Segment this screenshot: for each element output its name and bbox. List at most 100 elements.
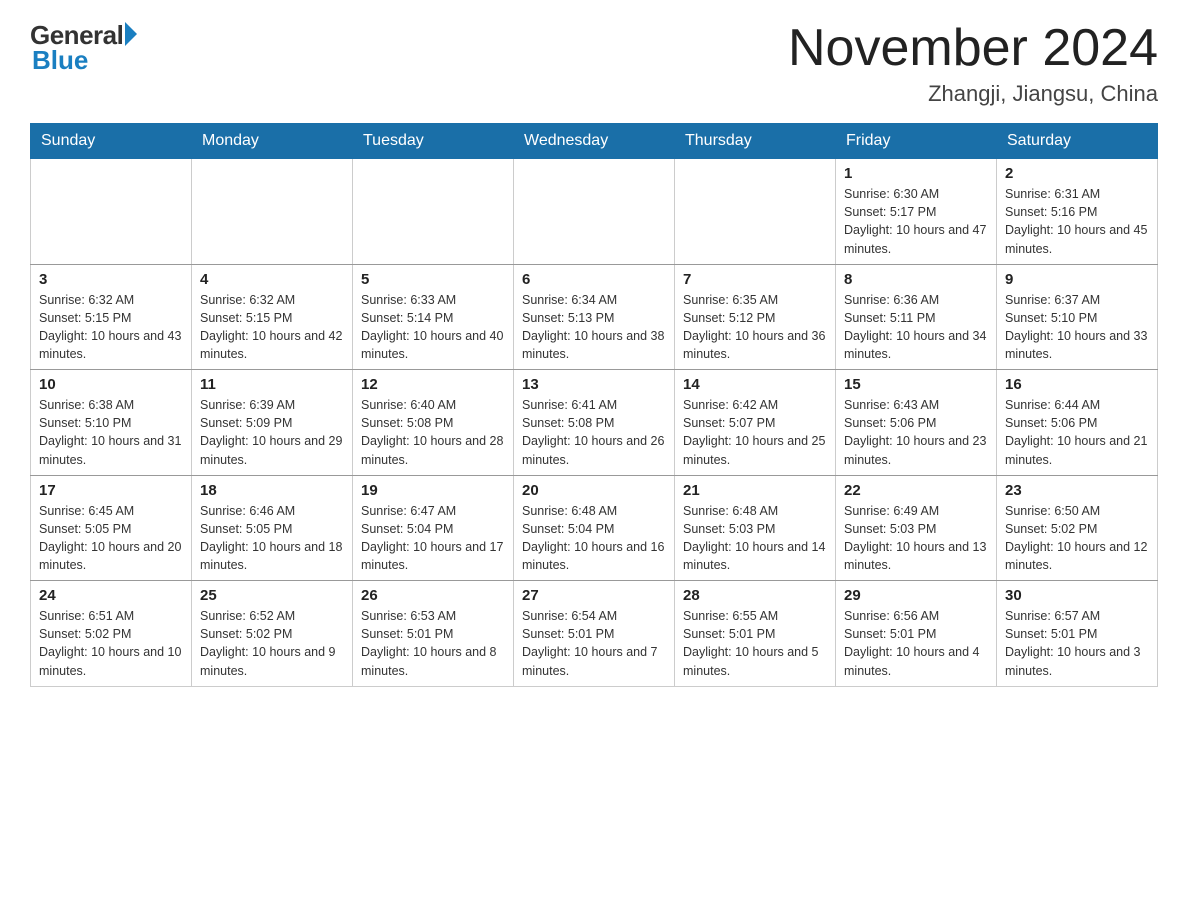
day-info: Sunrise: 6:47 AM Sunset: 5:04 PM Dayligh… — [361, 502, 505, 575]
day-info: Sunrise: 6:48 AM Sunset: 5:03 PM Dayligh… — [683, 502, 827, 575]
day-number: 29 — [844, 587, 988, 604]
day-info: Sunrise: 6:57 AM Sunset: 5:01 PM Dayligh… — [1005, 607, 1149, 680]
day-number: 7 — [683, 271, 827, 288]
day-number: 22 — [844, 482, 988, 499]
logo-blue-text: Blue — [32, 45, 88, 76]
title-area: November 2024 Zhangji, Jiangsu, China — [788, 20, 1158, 107]
calendar-cell — [192, 159, 353, 265]
calendar-cell: 21 Sunrise: 6:48 AM Sunset: 5:03 PM Dayli… — [675, 475, 836, 581]
day-number: 18 — [200, 482, 344, 499]
day-number: 4 — [200, 271, 344, 288]
weekday-header-friday: Friday — [836, 124, 997, 159]
day-info: Sunrise: 6:42 AM Sunset: 5:07 PM Dayligh… — [683, 396, 827, 469]
day-info: Sunrise: 6:53 AM Sunset: 5:01 PM Dayligh… — [361, 607, 505, 680]
day-info: Sunrise: 6:48 AM Sunset: 5:04 PM Dayligh… — [522, 502, 666, 575]
day-info: Sunrise: 6:41 AM Sunset: 5:08 PM Dayligh… — [522, 396, 666, 469]
weekday-header-tuesday: Tuesday — [353, 124, 514, 159]
calendar-cell: 12 Sunrise: 6:40 AM Sunset: 5:08 PM Dayli… — [353, 370, 514, 476]
day-number: 26 — [361, 587, 505, 604]
calendar-cell: 5 Sunrise: 6:33 AM Sunset: 5:14 PM Daylig… — [353, 264, 514, 370]
calendar-week-5: 24Sunrise: 6:51 AM Sunset: 5:02 PM Dayli… — [31, 581, 1158, 687]
calendar-cell: 27 Sunrise: 6:54 AM Sunset: 5:01 PM Dayli… — [514, 581, 675, 687]
day-info: Sunrise: 6:39 AM Sunset: 5:09 PM Dayligh… — [200, 396, 344, 469]
day-info: Sunrise: 6:40 AM Sunset: 5:08 PM Dayligh… — [361, 396, 505, 469]
day-number: 13 — [522, 376, 666, 393]
page-header: General Blue November 2024 Zhangji, Jian… — [30, 20, 1158, 107]
calendar-cell: 23 Sunrise: 6:50 AM Sunset: 5:02 PM Dayli… — [997, 475, 1158, 581]
calendar-cell: 7 Sunrise: 6:35 AM Sunset: 5:12 PM Daylig… — [675, 264, 836, 370]
logo-triangle-icon — [125, 22, 137, 46]
day-info: Sunrise: 6:49 AM Sunset: 5:03 PM Dayligh… — [844, 502, 988, 575]
weekday-header-saturday: Saturday — [997, 124, 1158, 159]
month-title: November 2024 — [788, 20, 1158, 77]
day-info: Sunrise: 6:44 AM Sunset: 5:06 PM Dayligh… — [1005, 396, 1149, 469]
weekday-header-monday: Monday — [192, 124, 353, 159]
day-number: 6 — [522, 271, 666, 288]
day-number: 24 — [39, 587, 183, 604]
calendar-cell: 2Sunrise: 6:31 AM Sunset: 5:16 PM Daylig… — [997, 159, 1158, 265]
day-info: Sunrise: 6:56 AM Sunset: 5:01 PM Dayligh… — [844, 607, 988, 680]
day-info: Sunrise: 6:35 AM Sunset: 5:12 PM Dayligh… — [683, 291, 827, 364]
calendar-cell: 10 Sunrise: 6:38 AM Sunset: 5:10 PM Dayli… — [31, 370, 192, 476]
weekday-header-row: SundayMondayTuesdayWednesdayThursdayFrid… — [31, 124, 1158, 159]
day-info: Sunrise: 6:34 AM Sunset: 5:13 PM Dayligh… — [522, 291, 666, 364]
day-info: Sunrise: 6:37 AM Sunset: 5:10 PM Dayligh… — [1005, 291, 1149, 364]
calendar-cell — [31, 159, 192, 265]
calendar-cell: 6 Sunrise: 6:34 AM Sunset: 5:13 PM Daylig… — [514, 264, 675, 370]
day-number: 21 — [683, 482, 827, 499]
calendar-cell: 18 Sunrise: 6:46 AM Sunset: 5:05 PM Dayli… — [192, 475, 353, 581]
calendar-cell: 3 Sunrise: 6:32 AM Sunset: 5:15 PM Daylig… — [31, 264, 192, 370]
day-info: Sunrise: 6:45 AM Sunset: 5:05 PM Dayligh… — [39, 502, 183, 575]
weekday-header-thursday: Thursday — [675, 124, 836, 159]
calendar-cell: 29 Sunrise: 6:56 AM Sunset: 5:01 PM Dayli… — [836, 581, 997, 687]
calendar-cell: 14 Sunrise: 6:42 AM Sunset: 5:07 PM Dayli… — [675, 370, 836, 476]
location-text: Zhangji, Jiangsu, China — [788, 81, 1158, 107]
weekday-header-wednesday: Wednesday — [514, 124, 675, 159]
calendar-cell: 9Sunrise: 6:37 AM Sunset: 5:10 PM Daylig… — [997, 264, 1158, 370]
day-number: 5 — [361, 271, 505, 288]
day-info: Sunrise: 6:55 AM Sunset: 5:01 PM Dayligh… — [683, 607, 827, 680]
day-info: Sunrise: 6:46 AM Sunset: 5:05 PM Dayligh… — [200, 502, 344, 575]
calendar-table: SundayMondayTuesdayWednesdayThursdayFrid… — [30, 123, 1158, 687]
day-number: 20 — [522, 482, 666, 499]
day-number: 15 — [844, 376, 988, 393]
calendar-cell: 17Sunrise: 6:45 AM Sunset: 5:05 PM Dayli… — [31, 475, 192, 581]
calendar-cell — [514, 159, 675, 265]
day-number: 25 — [200, 587, 344, 604]
day-info: Sunrise: 6:33 AM Sunset: 5:14 PM Dayligh… — [361, 291, 505, 364]
day-number: 28 — [683, 587, 827, 604]
day-number: 23 — [1005, 482, 1149, 499]
day-info: Sunrise: 6:36 AM Sunset: 5:11 PM Dayligh… — [844, 291, 988, 364]
day-info: Sunrise: 6:32 AM Sunset: 5:15 PM Dayligh… — [39, 291, 183, 364]
day-info: Sunrise: 6:43 AM Sunset: 5:06 PM Dayligh… — [844, 396, 988, 469]
calendar-cell: 8 Sunrise: 6:36 AM Sunset: 5:11 PM Daylig… — [836, 264, 997, 370]
day-number: 19 — [361, 482, 505, 499]
logo: General Blue — [30, 20, 137, 76]
day-number: 12 — [361, 376, 505, 393]
calendar-cell: 25 Sunrise: 6:52 AM Sunset: 5:02 PM Dayli… — [192, 581, 353, 687]
calendar-cell: 1 Sunrise: 6:30 AM Sunset: 5:17 PM Daylig… — [836, 159, 997, 265]
calendar-week-2: 3 Sunrise: 6:32 AM Sunset: 5:15 PM Daylig… — [31, 264, 1158, 370]
calendar-week-3: 10 Sunrise: 6:38 AM Sunset: 5:10 PM Dayli… — [31, 370, 1158, 476]
day-info: Sunrise: 6:30 AM Sunset: 5:17 PM Dayligh… — [844, 185, 988, 258]
day-number: 8 — [844, 271, 988, 288]
day-info: Sunrise: 6:52 AM Sunset: 5:02 PM Dayligh… — [200, 607, 344, 680]
calendar-week-4: 17Sunrise: 6:45 AM Sunset: 5:05 PM Dayli… — [31, 475, 1158, 581]
calendar-cell: 26 Sunrise: 6:53 AM Sunset: 5:01 PM Dayli… — [353, 581, 514, 687]
day-number: 3 — [39, 271, 183, 288]
calendar-cell: 24Sunrise: 6:51 AM Sunset: 5:02 PM Dayli… — [31, 581, 192, 687]
day-info: Sunrise: 6:54 AM Sunset: 5:01 PM Dayligh… — [522, 607, 666, 680]
day-number: 1 — [844, 165, 988, 182]
calendar-cell: 28 Sunrise: 6:55 AM Sunset: 5:01 PM Dayli… — [675, 581, 836, 687]
day-info: Sunrise: 6:38 AM Sunset: 5:10 PM Dayligh… — [39, 396, 183, 469]
calendar-cell: 11 Sunrise: 6:39 AM Sunset: 5:09 PM Dayli… — [192, 370, 353, 476]
day-info: Sunrise: 6:50 AM Sunset: 5:02 PM Dayligh… — [1005, 502, 1149, 575]
day-number: 10 — [39, 376, 183, 393]
day-number: 14 — [683, 376, 827, 393]
weekday-header-sunday: Sunday — [31, 124, 192, 159]
day-number: 11 — [200, 376, 344, 393]
calendar-cell: 22 Sunrise: 6:49 AM Sunset: 5:03 PM Dayli… — [836, 475, 997, 581]
day-number: 27 — [522, 587, 666, 604]
calendar-week-1: 1 Sunrise: 6:30 AM Sunset: 5:17 PM Daylig… — [31, 159, 1158, 265]
calendar-cell: 30Sunrise: 6:57 AM Sunset: 5:01 PM Dayli… — [997, 581, 1158, 687]
